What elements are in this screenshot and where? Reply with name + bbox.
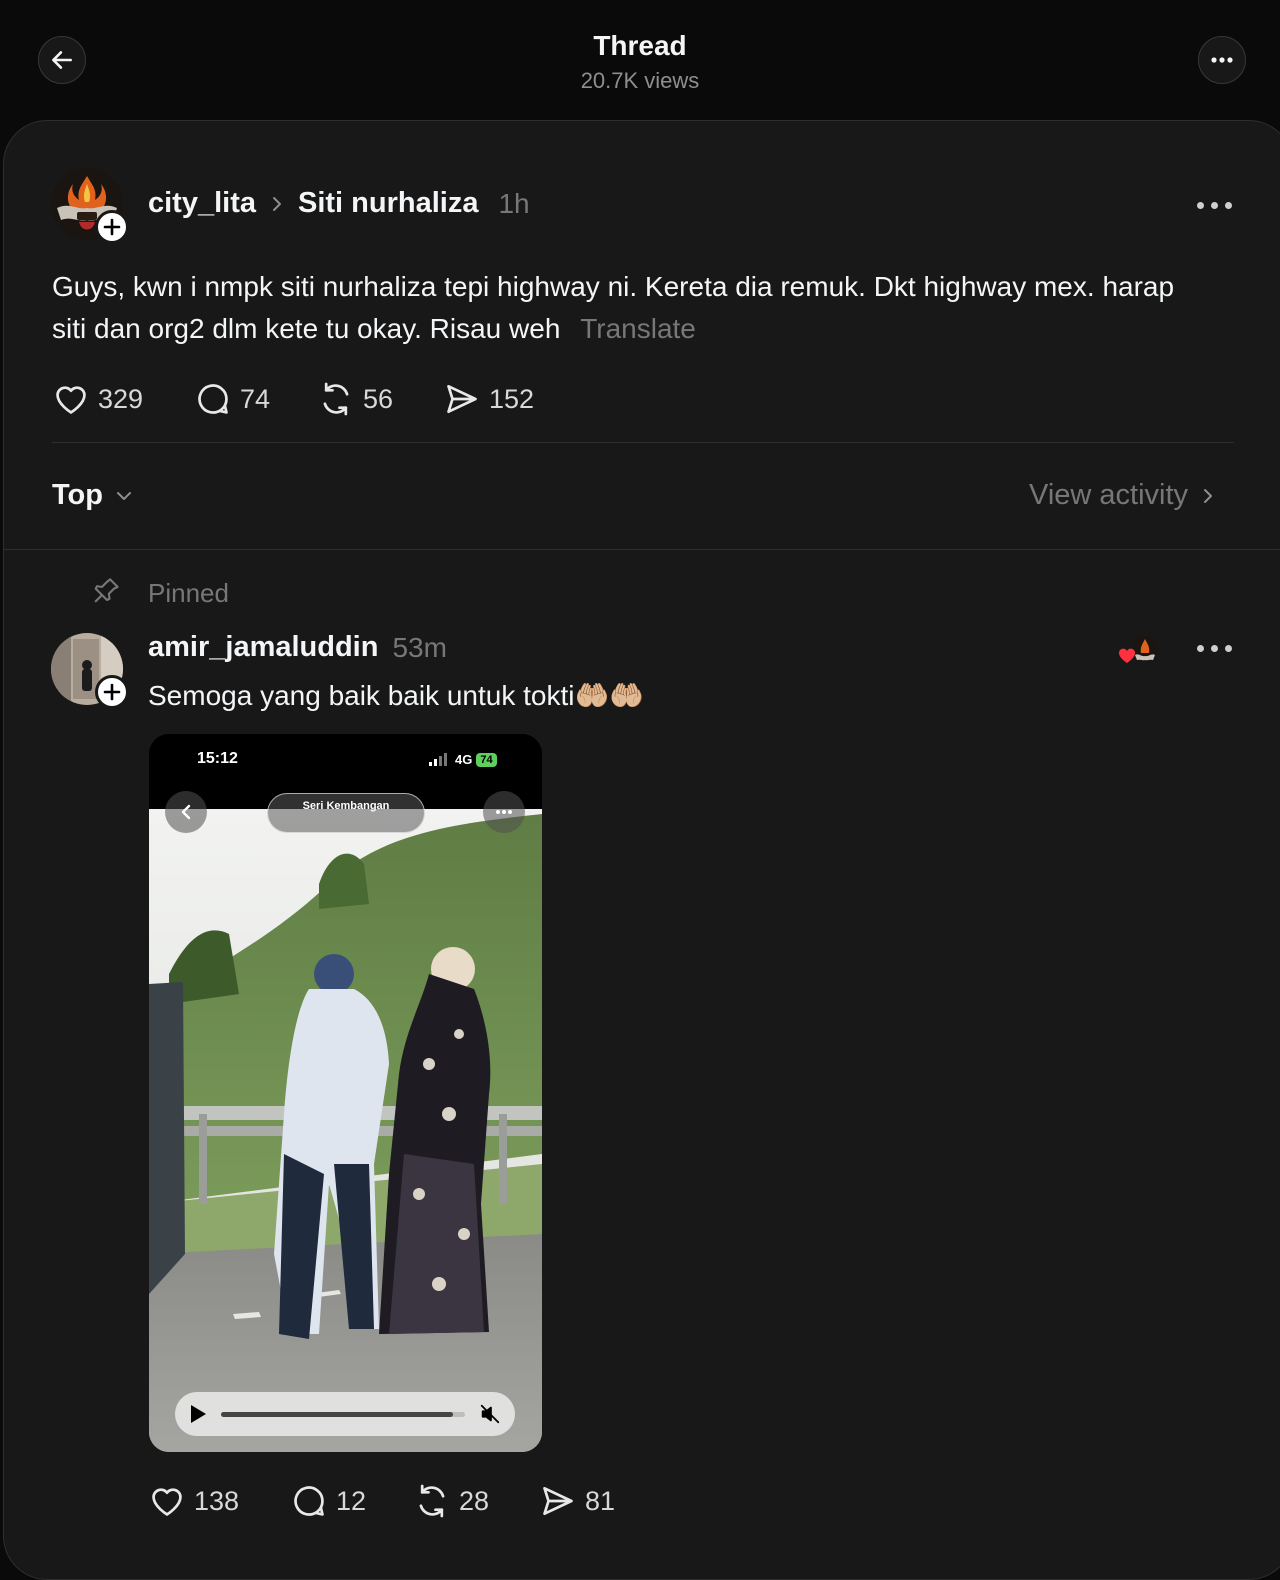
video-controls: [175, 1392, 515, 1436]
page-title: Thread: [593, 30, 687, 61]
story-more-button[interactable]: [483, 791, 525, 833]
sort-dropdown[interactable]: Top: [52, 479, 133, 512]
heart-icon: [56, 386, 86, 414]
more-horizontal-icon: [1211, 57, 1233, 63]
location-label: Seri Kembangan: [302, 800, 390, 812]
chevron-right-icon: [1204, 488, 1213, 503]
post-topic[interactable]: Siti nurhaliza: [298, 187, 478, 220]
video-progress-fill: [221, 1411, 453, 1417]
play-icon[interactable]: [189, 1404, 207, 1424]
post-header: city_lita Siti nurhaliza 1h: [148, 187, 530, 220]
repost-button[interactable]: 56: [317, 380, 393, 418]
comment-button[interactable]: 74: [194, 380, 270, 418]
reply-text: Semoga yang baik baik untuk tokti🤲🏼🤲🏼: [148, 680, 645, 711]
translate-link[interactable]: Translate: [580, 313, 696, 344]
pin-icon: [92, 575, 122, 610]
reply-video[interactable]: 15:12 4G 74 Seri Kembangan: [149, 734, 542, 1452]
comment-icon: [294, 1486, 324, 1516]
reply-share-button[interactable]: 81: [539, 1482, 615, 1520]
sort-label: Top: [52, 479, 103, 511]
send-icon: [447, 384, 477, 414]
repost-icon: [419, 1484, 445, 1518]
post-username[interactable]: city_lita: [148, 187, 256, 220]
comment-count: 74: [240, 383, 271, 414]
reply-username[interactable]: amir_jamaluddin: [148, 631, 378, 664]
plus-icon: [103, 218, 121, 236]
section-divider: [4, 549, 1280, 550]
reply-comment-button[interactable]: 12: [290, 1482, 366, 1520]
reply-share-count: 81: [585, 1485, 616, 1516]
reply-more-button[interactable]: [1197, 645, 1232, 652]
repost-count: 56: [363, 383, 394, 414]
pinned-label: Pinned: [148, 578, 229, 608]
more-horizontal-icon: [496, 810, 512, 814]
chevron-right-icon: [273, 196, 281, 211]
view-activity-label: View activity: [1029, 479, 1189, 511]
comment-icon: [198, 384, 228, 414]
post-text-block: Guys, kwn i nmpk siti nurhaliza tepi hig…: [52, 266, 1212, 350]
status-indicators: 4G 74: [429, 752, 497, 767]
view-count: 20.7K views: [580, 68, 700, 93]
post-more-button[interactable]: [1197, 202, 1232, 209]
chevron-down-icon: [117, 491, 131, 500]
battery-level: 74: [476, 752, 497, 767]
reply-repost-count: 28: [459, 1485, 490, 1516]
thread-panel: city_lita Siti nurhaliza 1h Guys, kwn i …: [3, 120, 1280, 1580]
top-bar: Thread 20.7K views: [0, 0, 1280, 120]
heart-icon: [1118, 648, 1136, 663]
status-time: 15:12: [197, 750, 238, 767]
reply-repost-button[interactable]: 28: [413, 1482, 489, 1520]
send-icon: [543, 1486, 573, 1516]
signal-icon: [429, 753, 447, 766]
reply-time: 53m: [392, 631, 447, 663]
share-button[interactable]: 152: [443, 380, 534, 418]
author-liked-badge: [1117, 633, 1161, 667]
more-options-button[interactable]: [1198, 36, 1246, 84]
follow-plus-button[interactable]: [95, 210, 129, 244]
video-progress-track[interactable]: [221, 1411, 465, 1417]
post-avatar[interactable]: [51, 168, 129, 244]
muted-speaker-icon[interactable]: [479, 1403, 501, 1425]
like-count: 329: [98, 383, 144, 414]
reply-avatar[interactable]: [51, 633, 129, 709]
network-label: 4G: [455, 752, 473, 767]
location-pill: Seri Kembangan: [267, 793, 425, 833]
heart-icon: [152, 1488, 182, 1516]
share-count: 152: [489, 383, 535, 414]
plus-icon: [103, 683, 121, 701]
reply-header: amir_jamaluddin 53m: [148, 631, 447, 664]
like-button[interactable]: 329: [52, 380, 143, 418]
post-time: 1h: [498, 187, 530, 219]
reply-comment-count: 12: [336, 1485, 367, 1516]
repost-icon: [323, 382, 349, 416]
follow-plus-button[interactable]: [95, 675, 129, 709]
view-activity-link[interactable]: View activity: [1029, 479, 1214, 512]
title-block: Thread 20.7K views: [0, 28, 1280, 96]
story-back-button[interactable]: [165, 791, 207, 833]
video-frame: [149, 734, 542, 1452]
chevron-left-icon: [181, 804, 191, 820]
divider: [52, 442, 1234, 443]
reply-like-count: 138: [194, 1485, 240, 1516]
reply-like-button[interactable]: 138: [148, 1482, 239, 1520]
